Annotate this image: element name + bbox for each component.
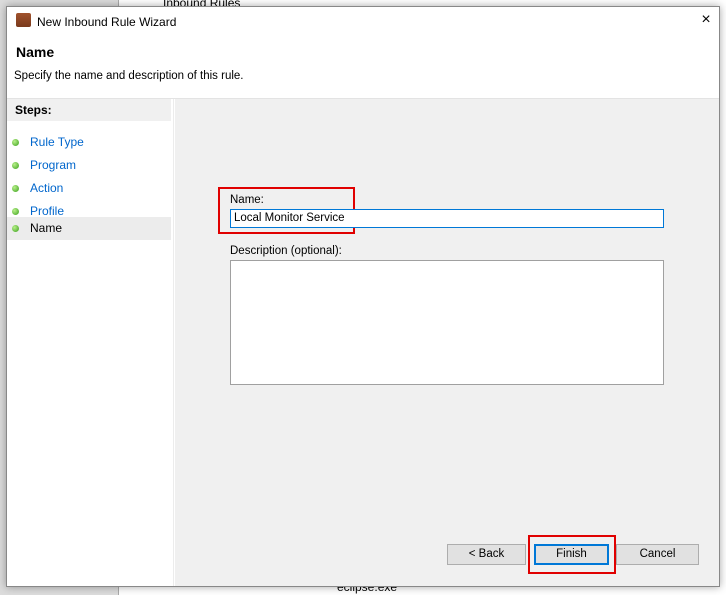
- firewall-icon: [16, 13, 31, 27]
- page-subtitle: Specify the name and description of this…: [14, 70, 244, 82]
- steps-panel: Steps: Rule Type Program Action Profile …: [7, 99, 174, 586]
- steps-heading: Steps:: [7, 99, 171, 121]
- step-label: Action: [30, 181, 64, 195]
- finish-button[interactable]: Finish: [534, 544, 609, 565]
- cancel-button[interactable]: Cancel: [616, 544, 699, 565]
- step-status-icon: [12, 139, 19, 146]
- description-label: Description (optional):: [230, 245, 342, 257]
- name-label: Name:: [230, 194, 264, 206]
- step-status-icon: [12, 225, 19, 232]
- step-status-icon: [12, 162, 19, 169]
- step-status-icon: [12, 185, 19, 192]
- step-label: Program: [30, 158, 77, 172]
- step-name: Name: [7, 217, 171, 240]
- content-panel: Name: Local Monitor Service Description …: [175, 99, 719, 586]
- back-button[interactable]: < Back: [447, 544, 526, 565]
- step-label: Rule Type: [30, 135, 84, 149]
- dialog-title: New Inbound Rule Wizard: [37, 15, 177, 29]
- page-title: Name: [16, 44, 55, 60]
- description-textarea[interactable]: [230, 260, 664, 385]
- step-status-icon: [12, 208, 19, 215]
- name-input[interactable]: Local Monitor Service: [230, 209, 664, 228]
- close-icon[interactable]: ×: [695, 9, 717, 31]
- step-rule-type[interactable]: Rule Type: [7, 131, 171, 154]
- wizard-dialog: New Inbound Rule Wizard × Name Specify t…: [6, 6, 720, 587]
- step-program[interactable]: Program: [7, 154, 171, 177]
- step-label: Name: [30, 221, 63, 235]
- step-action[interactable]: Action: [7, 177, 171, 200]
